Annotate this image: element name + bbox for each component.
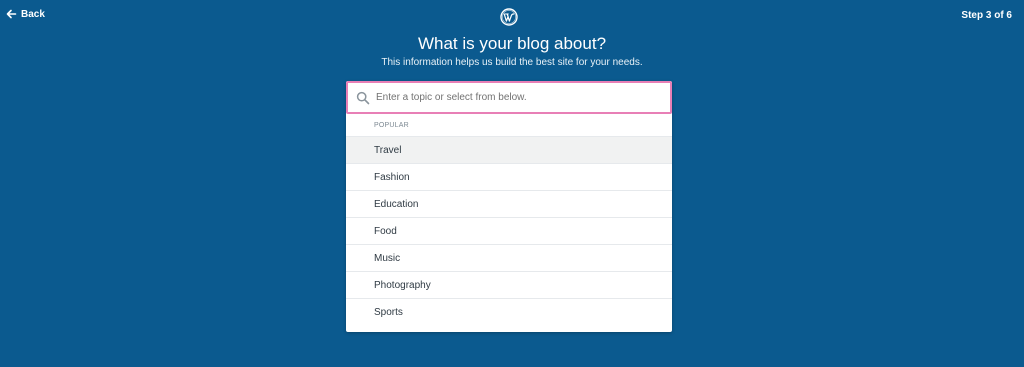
step-indicator: Step 3 of 6 [961,10,1012,21]
topic-item-education[interactable]: Education [346,191,672,218]
topic-picker: POPULAR Travel Fashion Education Food Mu… [346,81,672,332]
wordpress-logo-icon [500,8,518,26]
search-box[interactable] [346,81,672,114]
topic-item-travel[interactable]: Travel [346,137,672,164]
search-icon [356,91,370,105]
top-bar: Back Step 3 of 6 [0,0,1024,32]
topic-list: Travel Fashion Education Food Music Phot… [346,137,672,326]
back-label: Back [21,8,45,20]
topic-item-fashion[interactable]: Fashion [346,164,672,191]
back-button[interactable]: Back [5,8,45,20]
section-label-popular: POPULAR [346,114,672,137]
topic-item-food[interactable]: Food [346,218,672,245]
topic-item-photography[interactable]: Photography [346,272,672,299]
arrow-left-icon [5,8,17,20]
page-title: What is your blog about? [417,34,607,53]
topic-item-sports[interactable]: Sports [346,299,672,326]
page-subtitle: This information helps us build the best… [381,57,643,68]
search-input[interactable] [376,92,656,103]
topic-item-music[interactable]: Music [346,245,672,272]
